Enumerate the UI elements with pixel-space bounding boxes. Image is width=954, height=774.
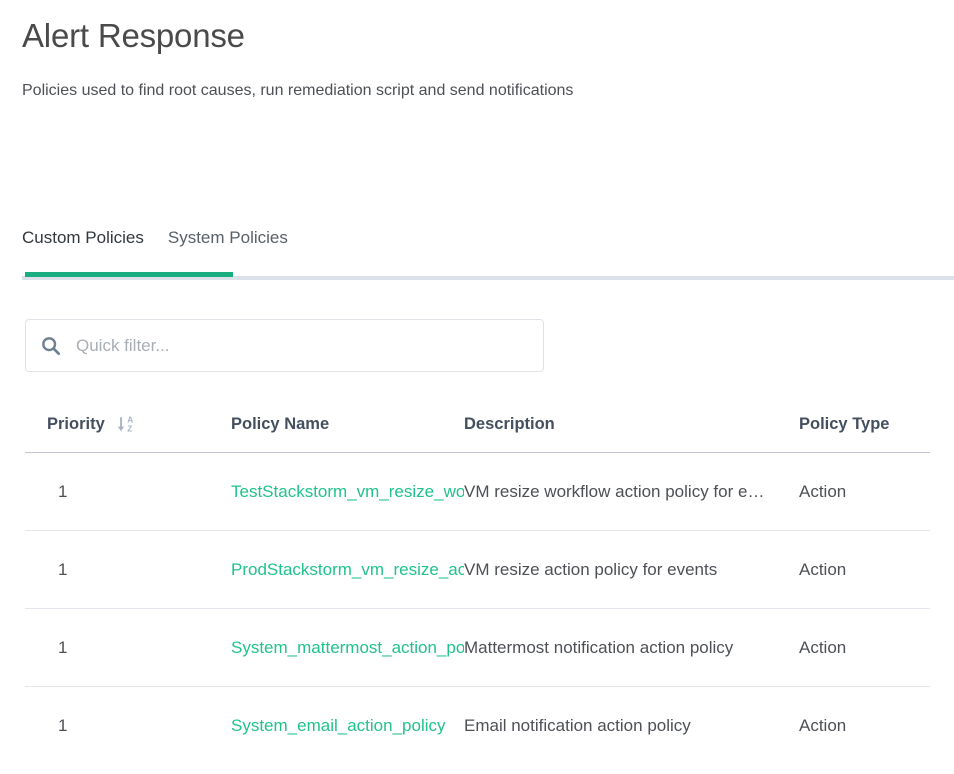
sort-alpha-descending-icon[interactable]: A Z [116,414,136,434]
policy-name-link[interactable]: System_mattermost_action_policy [231,638,464,658]
cell-policy-type: Action [799,481,847,501]
column-header-priority[interactable]: Priority A Z [25,414,231,434]
tab-system-policies[interactable]: System Policies [168,226,312,250]
cell-description: Mattermost notification action policy [464,637,734,657]
cell-description: VM resize action policy for events [464,559,718,579]
column-header-policy-name[interactable]: Policy Name [231,415,464,434]
cell-priority: 1 [58,559,68,579]
column-header-priority-label: Priority [47,414,105,433]
quick-filter-input[interactable] [76,330,529,361]
policy-name-link[interactable]: TestStackstorm_vm_resize_workflow_action… [231,482,464,502]
tab-bar: Custom Policies System Policies [0,226,954,284]
svg-text:Z: Z [127,425,132,434]
cell-description: VM resize workflow action policy for eve… [464,481,789,501]
table-row[interactable]: 1 System_email_action_policy Email notif… [25,687,930,765]
policy-name-link[interactable]: ProdStackstorm_vm_resize_action_policy [231,560,464,580]
tab-list: Custom Policies System Policies [22,226,312,250]
tab-active-indicator [25,272,233,277]
quick-filter-box[interactable] [25,319,544,372]
tab-custom-policies[interactable]: Custom Policies [22,226,168,250]
column-header-description-label: Description [464,414,555,433]
table-row[interactable]: 1 ProdStackstorm_vm_resize_action_policy… [25,531,930,609]
cell-priority: 1 [58,716,68,735]
page-title: Alert Response [22,17,245,54]
cell-priority: 1 [58,481,68,501]
cell-description: Email notification action policy [464,716,691,735]
column-header-policy-type[interactable]: Policy Type [799,415,930,434]
column-header-policy-name-label: Policy Name [231,414,330,433]
cell-policy-type: Action [799,716,847,735]
table-row[interactable]: 1 TestStackstorm_vm_resize_workflow_acti… [25,453,930,531]
policies-table: Priority A Z Policy Name Description Pol… [25,396,930,765]
column-header-description[interactable]: Description [464,415,799,434]
policy-name-link[interactable]: System_email_action_policy [231,716,464,736]
table-row[interactable]: 1 System_mattermost_action_policy Matter… [25,609,930,687]
column-header-policy-type-label: Policy Type [799,414,890,433]
cell-policy-type: Action [799,637,847,657]
alert-response-page: Alert Response Policies used to find roo… [0,0,954,774]
cell-priority: 1 [58,637,68,657]
search-icon [42,336,61,355]
page-subtitle: Policies used to find root causes, run r… [22,82,574,99]
table-header-row: Priority A Z Policy Name Description Pol… [25,396,930,453]
cell-policy-type: Action [799,559,847,579]
svg-text:A: A [127,416,133,425]
